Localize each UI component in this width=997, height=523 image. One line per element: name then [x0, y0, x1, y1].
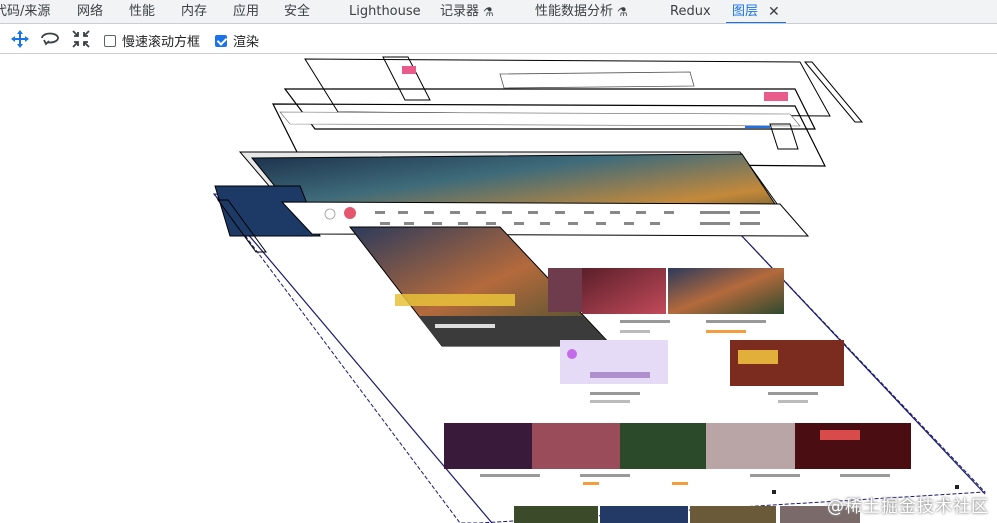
video-thumbnail[interactable]: [620, 423, 708, 469]
video-thumbnail[interactable]: [532, 423, 622, 469]
caption-mark: [435, 324, 495, 328]
layers-3d-canvas[interactable]: [0, 54, 997, 523]
video-thumbnail[interactable]: [690, 506, 776, 523]
tab-label: 性能: [129, 3, 156, 19]
checkbox-box[interactable]: [104, 34, 116, 47]
watermark-text: @稀土掘金技术社区: [827, 497, 989, 517]
video-thumbnail[interactable]: [514, 506, 598, 523]
video-thumbnail[interactable]: [795, 423, 911, 469]
video-thumbnail[interactable]: [444, 423, 536, 469]
tab-performance-insights[interactable]: 性能数据分析 ⚗: [535, 0, 628, 23]
tab-label: 内存: [181, 3, 208, 19]
upload-button-layer: [764, 92, 788, 101]
tab-label: 网络: [77, 3, 104, 19]
tab-memory[interactable]: 内存: [181, 0, 207, 23]
carousel-title-art: [395, 294, 515, 306]
rotate-icon[interactable]: [40, 29, 60, 49]
slow-scroll-rects-checkbox[interactable]: 慢速滚动方框: [104, 31, 200, 50]
login-button-layer: [402, 66, 416, 74]
video-card-row: [514, 506, 860, 523]
hot-icon: [344, 207, 356, 219]
tab-network[interactable]: 网络: [77, 0, 103, 23]
flask-icon: ⚗: [617, 4, 628, 19]
paints-checkbox[interactable]: 渲染: [215, 31, 259, 50]
tab-label: 记录器: [440, 3, 480, 19]
video-thumbnail[interactable]: [668, 268, 784, 314]
layers-toolbar: 慢速滚动方框 渲染: [0, 24, 997, 54]
tab-lighthouse[interactable]: Lighthouse: [349, 0, 421, 23]
tab-sources[interactable]: 代码/来源: [0, 0, 50, 23]
tab-redux[interactable]: Redux: [670, 0, 711, 23]
dynamic-icon: [324, 208, 336, 220]
nav-strip-layer[interactable]: [279, 111, 801, 127]
tab-label: 应用: [233, 3, 260, 19]
slow-scroll-label: 慢速滚动方框: [122, 35, 201, 50]
video-thumbnail[interactable]: [706, 423, 796, 469]
tab-recorder[interactable]: 记录器 ⚗: [440, 0, 494, 23]
checkbox-box[interactable]: [215, 34, 227, 47]
tab-label: Lighthouse: [349, 3, 421, 19]
tab-label: Redux: [670, 3, 711, 19]
search-layer[interactable]: [499, 71, 695, 89]
move-arrows-icon[interactable]: [10, 29, 30, 49]
tab-label: 代码/来源: [0, 3, 51, 19]
tab-label: 安全: [284, 3, 311, 19]
small-layer[interactable]: [769, 123, 799, 150]
tab-performance[interactable]: 性能: [129, 0, 155, 23]
paints-label: 渲染: [233, 35, 260, 50]
reset-view-icon[interactable]: [71, 29, 91, 49]
tab-label: 图层: [732, 3, 759, 19]
video-thumbnail[interactable]: [548, 268, 586, 312]
video-thumbnail[interactable]: [582, 268, 666, 314]
tab-security[interactable]: 安全: [284, 0, 310, 23]
close-icon[interactable]: ✕: [768, 1, 780, 23]
tab-application[interactable]: 应用: [233, 0, 259, 23]
panel-tab-bar: 代码/来源 网络 性能 内存 应用 安全 Lighthouse 记录器⚗ 性能数…: [0, 0, 997, 24]
tab-label: 性能数据分析: [535, 3, 614, 19]
flask-icon: ⚗: [483, 4, 494, 19]
video-thumbnail[interactable]: [600, 506, 688, 523]
layers-3d-viewport[interactable]: @稀土掘金技术社区: [0, 54, 997, 523]
tab-layers[interactable]: 图层 ✕: [726, 0, 786, 23]
